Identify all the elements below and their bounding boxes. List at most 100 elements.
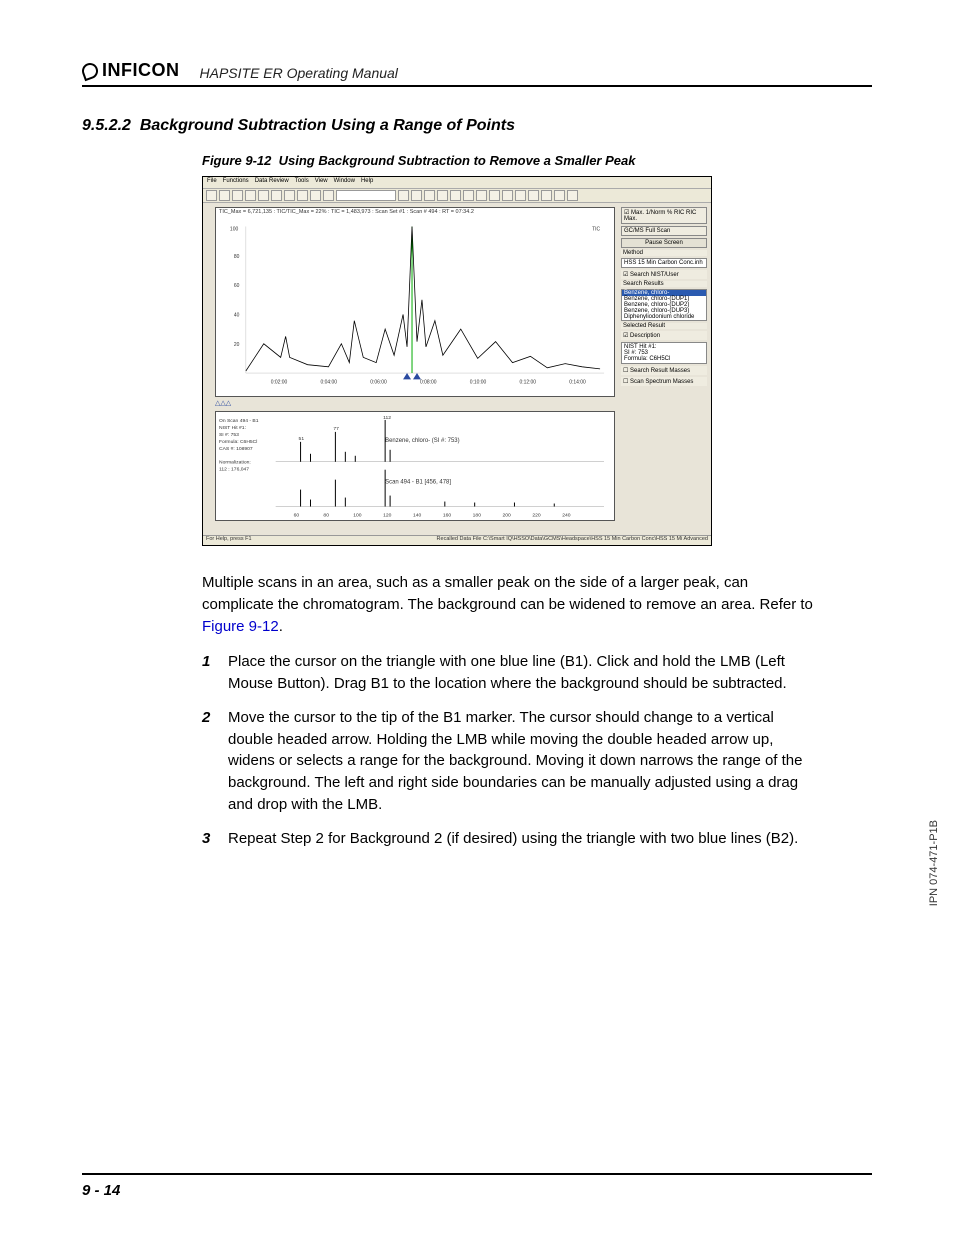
marker-triangles-icon[interactable]: △△△ bbox=[215, 399, 231, 407]
search-results-list[interactable]: Benzene, chloro- Benzene, chloro-(DUP1) … bbox=[621, 289, 707, 321]
toolbar-dropdown[interactable] bbox=[336, 190, 396, 201]
svg-text:100: 100 bbox=[353, 512, 362, 518]
selected-result-label: Selected Result bbox=[621, 323, 707, 329]
figure-caption: Figure 9-12 Using Background Subtraction… bbox=[202, 153, 872, 168]
status-left: For Help, press F1 bbox=[206, 536, 252, 545]
svg-text:Benzene, chloro- (SI #: 753): Benzene, chloro- (SI #: 753) bbox=[385, 438, 459, 444]
menu-view[interactable]: View bbox=[315, 178, 328, 187]
svg-text:TIC: TIC bbox=[592, 227, 600, 233]
svg-text:200: 200 bbox=[503, 512, 512, 518]
svg-text:112: 112 bbox=[383, 415, 391, 421]
software-screenshot: File Functions Data Review Tools View Wi… bbox=[202, 176, 712, 546]
svg-text:100: 100 bbox=[230, 227, 238, 233]
chromatogram-plot: 0:02:00 0:04:00 0:06:00 0:08:00 0:10:00 … bbox=[216, 216, 614, 394]
spectrum-panel[interactable]: On Scan 494 - B1 NIST Hit #1: SI #: 753 … bbox=[215, 411, 615, 521]
chromatogram-title: TIC_Max = 6,721,135 : TIC/TIC_Max = 22% … bbox=[216, 208, 614, 216]
step-1: 1 Place the cursor on the triangle with … bbox=[202, 651, 822, 695]
svg-text:NIST Hit #1:: NIST Hit #1: bbox=[219, 425, 246, 431]
toolbar-button[interactable] bbox=[476, 190, 487, 201]
svg-text:140: 140 bbox=[413, 512, 422, 518]
toolbar-button[interactable] bbox=[271, 190, 282, 201]
status-bar: For Help, press F1 Recalled Data File C:… bbox=[203, 535, 711, 545]
search-nist-checkbox[interactable]: ☑ Search NIST/User bbox=[621, 270, 707, 279]
brand-name: INFICON bbox=[102, 60, 180, 81]
toolbar-button[interactable] bbox=[567, 190, 578, 201]
method-value: HSS 15 Min Carbon Conc.inh bbox=[621, 258, 707, 268]
toolbar-button[interactable] bbox=[450, 190, 461, 201]
inficon-icon bbox=[80, 60, 101, 81]
section-heading: 9.5.2.2 Background Subtraction Using a R… bbox=[82, 117, 872, 135]
status-right: Recalled Data File C:\Smart IQ\HSSO\Data… bbox=[437, 536, 708, 545]
toolbar-button[interactable] bbox=[219, 190, 230, 201]
toolbar-button[interactable] bbox=[206, 190, 217, 201]
toolbar-button[interactable] bbox=[297, 190, 308, 201]
spectrum-plot: On Scan 494 - B1 NIST Hit #1: SI #: 753 … bbox=[216, 412, 614, 521]
menu-window[interactable]: Window bbox=[334, 178, 355, 187]
svg-text:SI #: 753: SI #: 753 bbox=[219, 432, 239, 438]
toolbar-button[interactable] bbox=[398, 190, 409, 201]
brand-logo: INFICON bbox=[82, 60, 180, 81]
pause-screen-button[interactable]: Pause Screen bbox=[621, 238, 707, 248]
step-text: Move the cursor to the tip of the B1 mar… bbox=[228, 707, 822, 816]
svg-text:0:12:00: 0:12:00 bbox=[519, 379, 536, 385]
step-number: 2 bbox=[202, 707, 228, 816]
svg-text:77: 77 bbox=[333, 426, 339, 432]
svg-text:CAS #: 108907: CAS #: 108907 bbox=[219, 446, 253, 452]
svg-text:40: 40 bbox=[234, 312, 240, 318]
menubar[interactable]: File Functions Data Review Tools View Wi… bbox=[203, 177, 711, 189]
toolbar-button[interactable] bbox=[232, 190, 243, 201]
toolbar-button[interactable] bbox=[437, 190, 448, 201]
toolbar-button[interactable] bbox=[554, 190, 565, 201]
manual-title: HAPSITE ER Operating Manual bbox=[200, 65, 398, 81]
step-number: 3 bbox=[202, 828, 228, 850]
description-checkbox[interactable]: ☑ Description bbox=[621, 331, 707, 340]
toolbar-button[interactable] bbox=[323, 190, 334, 201]
svg-text:240: 240 bbox=[562, 512, 571, 518]
svg-text:Scan 494 - B1 [456, 478]: Scan 494 - B1 [456, 478] bbox=[385, 480, 451, 486]
menu-file[interactable]: File bbox=[207, 178, 217, 187]
description-text: NIST Hit #1: SI #: 753 Formula: C6H5Cl bbox=[621, 342, 707, 364]
display-options[interactable]: ☑ Max. 1/Norm % RIC RIC Max. bbox=[621, 207, 707, 224]
svg-text:0:04:00: 0:04:00 bbox=[320, 379, 337, 385]
svg-text:112 : 176,047: 112 : 176,047 bbox=[219, 467, 249, 473]
chromatogram-panel[interactable]: TIC_Max = 6,721,135 : TIC/TIC_Max = 22% … bbox=[215, 207, 615, 397]
svg-text:0:10:00: 0:10:00 bbox=[470, 379, 487, 385]
menu-help[interactable]: Help bbox=[361, 178, 373, 187]
step-number: 1 bbox=[202, 651, 228, 695]
svg-text:0:08:00: 0:08:00 bbox=[420, 379, 437, 385]
figure-link[interactable]: Figure 9-12 bbox=[202, 618, 279, 635]
svg-text:Formula: C6H5Cl: Formula: C6H5Cl bbox=[219, 439, 257, 445]
intro-paragraph: Multiple scans in an area, such as a sma… bbox=[202, 572, 822, 637]
toolbar-button[interactable] bbox=[258, 190, 269, 201]
svg-text:51: 51 bbox=[299, 436, 305, 442]
side-panel: ☑ Max. 1/Norm % RIC RIC Max. GC/MS Full … bbox=[621, 207, 707, 386]
toolbar-button[interactable] bbox=[284, 190, 295, 201]
toolbar-button[interactable] bbox=[515, 190, 526, 201]
svg-text:On Scan 494 - B1: On Scan 494 - B1 bbox=[219, 418, 259, 424]
toolbar-button[interactable] bbox=[411, 190, 422, 201]
toolbar-button[interactable] bbox=[463, 190, 474, 201]
svg-text:0:06:00: 0:06:00 bbox=[370, 379, 387, 385]
toolbar[interactable] bbox=[203, 189, 711, 203]
menu-functions[interactable]: Functions bbox=[223, 178, 249, 187]
toolbar-button[interactable] bbox=[245, 190, 256, 201]
menu-data-review[interactable]: Data Review bbox=[255, 178, 289, 187]
toolbar-button[interactable] bbox=[489, 190, 500, 201]
step-text: Place the cursor on the triangle with on… bbox=[228, 651, 822, 695]
toolbar-button[interactable] bbox=[502, 190, 513, 201]
svg-text:180: 180 bbox=[473, 512, 482, 518]
footer-rule bbox=[82, 1173, 872, 1175]
svg-text:120: 120 bbox=[383, 512, 392, 518]
svg-text:20: 20 bbox=[234, 342, 240, 348]
menu-tools[interactable]: Tools bbox=[295, 178, 309, 187]
svg-text:80: 80 bbox=[234, 254, 240, 260]
document-code: IPN 074-471-P1B bbox=[928, 820, 940, 906]
scan-spectrum-masses-checkbox[interactable]: ☐ Scan Spectrum Masses bbox=[621, 377, 707, 386]
toolbar-button[interactable] bbox=[310, 190, 321, 201]
search-results-label: Search Results bbox=[621, 281, 707, 287]
toolbar-button[interactable] bbox=[541, 190, 552, 201]
svg-text:60: 60 bbox=[294, 512, 300, 518]
toolbar-button[interactable] bbox=[528, 190, 539, 201]
search-result-masses-checkbox[interactable]: ☐ Search Result Masses bbox=[621, 366, 707, 375]
toolbar-button[interactable] bbox=[424, 190, 435, 201]
